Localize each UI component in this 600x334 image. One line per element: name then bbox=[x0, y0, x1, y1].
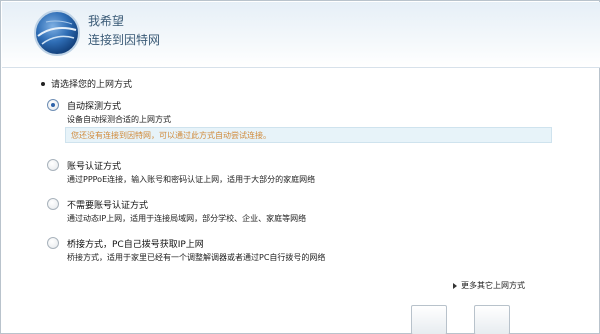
radio-pppoe[interactable] bbox=[47, 159, 59, 171]
next-button[interactable] bbox=[474, 305, 510, 334]
section-heading: 请选择您的上网方式 bbox=[41, 77, 132, 90]
back-button[interactable] bbox=[411, 305, 447, 334]
more-methods-label: 更多其它上网方式 bbox=[461, 281, 525, 290]
triangle-right-icon bbox=[453, 282, 457, 289]
section-heading-text: 请选择您的上网方式 bbox=[51, 80, 133, 90]
globe-icon bbox=[34, 10, 80, 56]
option-dynamic-ip[interactable]: 不需要账号认证方式 通过动态IP上网，适用于连接局域网，部分学校、企业、家庭等网… bbox=[47, 198, 567, 228]
wizard-header: 我希望 连接到因特网 bbox=[2, 2, 600, 68]
header-title: 我希望 bbox=[88, 14, 125, 28]
hint-box: 您还没有连接到因特网，可以通过此方式自动尝试连接。 bbox=[65, 127, 552, 143]
option-pppoe-description: 通过PPPoE连接，输入账号和密码认证上网，适用于大部分的家庭网络 bbox=[67, 175, 316, 184]
radio-auto-detect[interactable] bbox=[47, 99, 59, 111]
more-methods-link[interactable]: 更多其它上网方式 bbox=[453, 280, 525, 291]
option-auto-detect-description: 设备自动探测合适的上网方式 bbox=[67, 115, 171, 124]
hint-text: 您还没有连接到因特网，可以通过此方式自动尝试连接。 bbox=[71, 131, 271, 140]
option-auto-detect[interactable]: 自动探测方式 设备自动探测合适的上网方式 bbox=[47, 99, 567, 129]
option-bridge[interactable]: 桥接方式，PC自己拨号获取IP上网 桥接方式，适用于家里已经有一个调整解调器或者… bbox=[47, 237, 567, 267]
option-pppoe[interactable]: 账号认证方式 通过PPPoE连接，输入账号和密码认证上网，适用于大部分的家庭网络 bbox=[47, 159, 567, 189]
option-bridge-description: 桥接方式，适用于家里已经有一个调整解调器或者通过PC自行拨号的网络 bbox=[67, 253, 326, 262]
option-dynamic-ip-label: 不需要账号认证方式 bbox=[67, 201, 149, 211]
option-auto-detect-label: 自动探测方式 bbox=[67, 102, 122, 112]
option-bridge-label: 桥接方式，PC自己拨号获取IP上网 bbox=[67, 240, 204, 250]
bullet-dot-icon bbox=[41, 81, 45, 86]
header-subtitle: 连接到因特网 bbox=[88, 33, 161, 47]
router-setup-window: 我希望 连接到因特网 请选择您的上网方式 自动探测方式 设备自动探测合适的上网方… bbox=[0, 0, 600, 334]
option-pppoe-label: 账号认证方式 bbox=[67, 162, 122, 172]
radio-bridge[interactable] bbox=[47, 237, 59, 249]
option-dynamic-ip-description: 通过动态IP上网，适用于连接局域网，部分学校、企业、家庭等网络 bbox=[67, 214, 307, 223]
radio-dynamic-ip[interactable] bbox=[47, 198, 59, 210]
